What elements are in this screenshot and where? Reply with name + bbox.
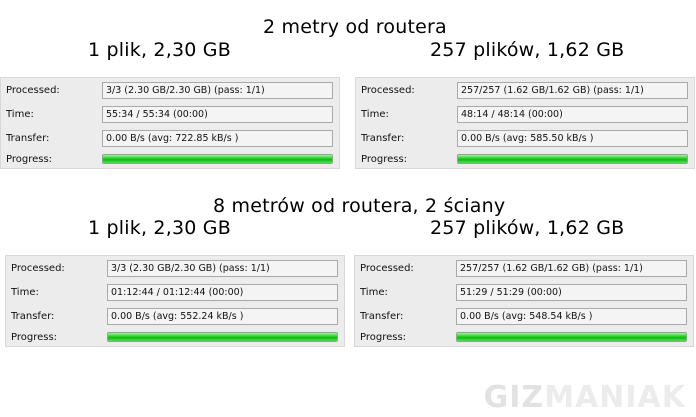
- processed-field: 257/257 (1.62 GB/1.62 GB) (pass: 1/1): [457, 82, 688, 99]
- time-label: Time:: [11, 287, 39, 298]
- processed-field: 3/3 (2.30 GB/2.30 GB) (pass: 1/1): [102, 82, 333, 99]
- panel-top-left: Processed: 3/3 (2.30 GB/2.30 GB) (pass: …: [0, 77, 340, 169]
- transfer-field: 0.00 B/s (avg: 585.50 kB/s ): [457, 130, 688, 147]
- progress-bar: [102, 154, 333, 164]
- watermark-part2: MANIAK: [544, 380, 686, 415]
- processed-label: Processed:: [360, 263, 414, 274]
- section-top-right-caption: 257 plików, 1,62 GB: [430, 39, 625, 61]
- time-label: Time:: [6, 109, 34, 120]
- progress-bar-fill: [457, 333, 686, 341]
- section-bottom-left-caption: 1 plik, 2,30 GB: [88, 217, 231, 239]
- transfer-field: 0.00 B/s (avg: 552.24 kB/s ): [107, 308, 338, 325]
- progress-bar-fill: [103, 155, 332, 163]
- progress-bar: [107, 332, 338, 342]
- section-top-title: 2 metry od routera: [263, 16, 447, 38]
- panel-bottom-right: Processed: 257/257 (1.62 GB/1.62 GB) (pa…: [354, 255, 694, 347]
- section-top-left-caption: 1 plik, 2,30 GB: [88, 39, 231, 61]
- processed-field: 257/257 (1.62 GB/1.62 GB) (pass: 1/1): [456, 260, 687, 277]
- processed-label: Processed:: [361, 85, 415, 96]
- time-field: 48:14 / 48:14 (00:00): [457, 106, 688, 123]
- progress-label: Progress:: [11, 332, 58, 343]
- panel-bottom-left: Processed: 3/3 (2.30 GB/2.30 GB) (pass: …: [5, 255, 345, 347]
- progress-bar-fill: [458, 155, 687, 163]
- transfer-field: 0.00 B/s (avg: 722.85 kB/s ): [102, 130, 333, 147]
- progress-label: Progress:: [361, 154, 408, 165]
- gizmaniak-watermark: GIZMANIAK: [484, 380, 686, 415]
- section-bottom-right-caption: 257 plików, 1,62 GB: [430, 217, 625, 239]
- progress-label: Progress:: [360, 332, 407, 343]
- watermark-part1: GIZ: [483, 380, 545, 415]
- transfer-label: Transfer:: [11, 311, 55, 322]
- progress-bar: [457, 154, 688, 164]
- section-bottom-title: 8 metrów od routera, 2 ściany: [213, 195, 506, 217]
- time-label: Time:: [360, 287, 388, 298]
- transfer-field: 0.00 B/s (avg: 548.54 kB/s ): [456, 308, 687, 325]
- transfer-label: Transfer:: [6, 133, 50, 144]
- panel-top-right: Processed: 257/257 (1.62 GB/1.62 GB) (pa…: [355, 77, 695, 169]
- progress-bar: [456, 332, 687, 342]
- time-label: Time:: [361, 109, 389, 120]
- transfer-label: Transfer:: [361, 133, 405, 144]
- processed-label: Processed:: [11, 263, 65, 274]
- time-field: 01:12:44 / 01:12:44 (00:00): [107, 284, 338, 301]
- time-field: 51:29 / 51:29 (00:00): [456, 284, 687, 301]
- progress-label: Progress:: [6, 154, 53, 165]
- time-field: 55:34 / 55:34 (00:00): [102, 106, 333, 123]
- progress-bar-fill: [108, 333, 337, 341]
- processed-label: Processed:: [6, 85, 60, 96]
- processed-field: 3/3 (2.30 GB/2.30 GB) (pass: 1/1): [107, 260, 338, 277]
- transfer-label: Transfer:: [360, 311, 404, 322]
